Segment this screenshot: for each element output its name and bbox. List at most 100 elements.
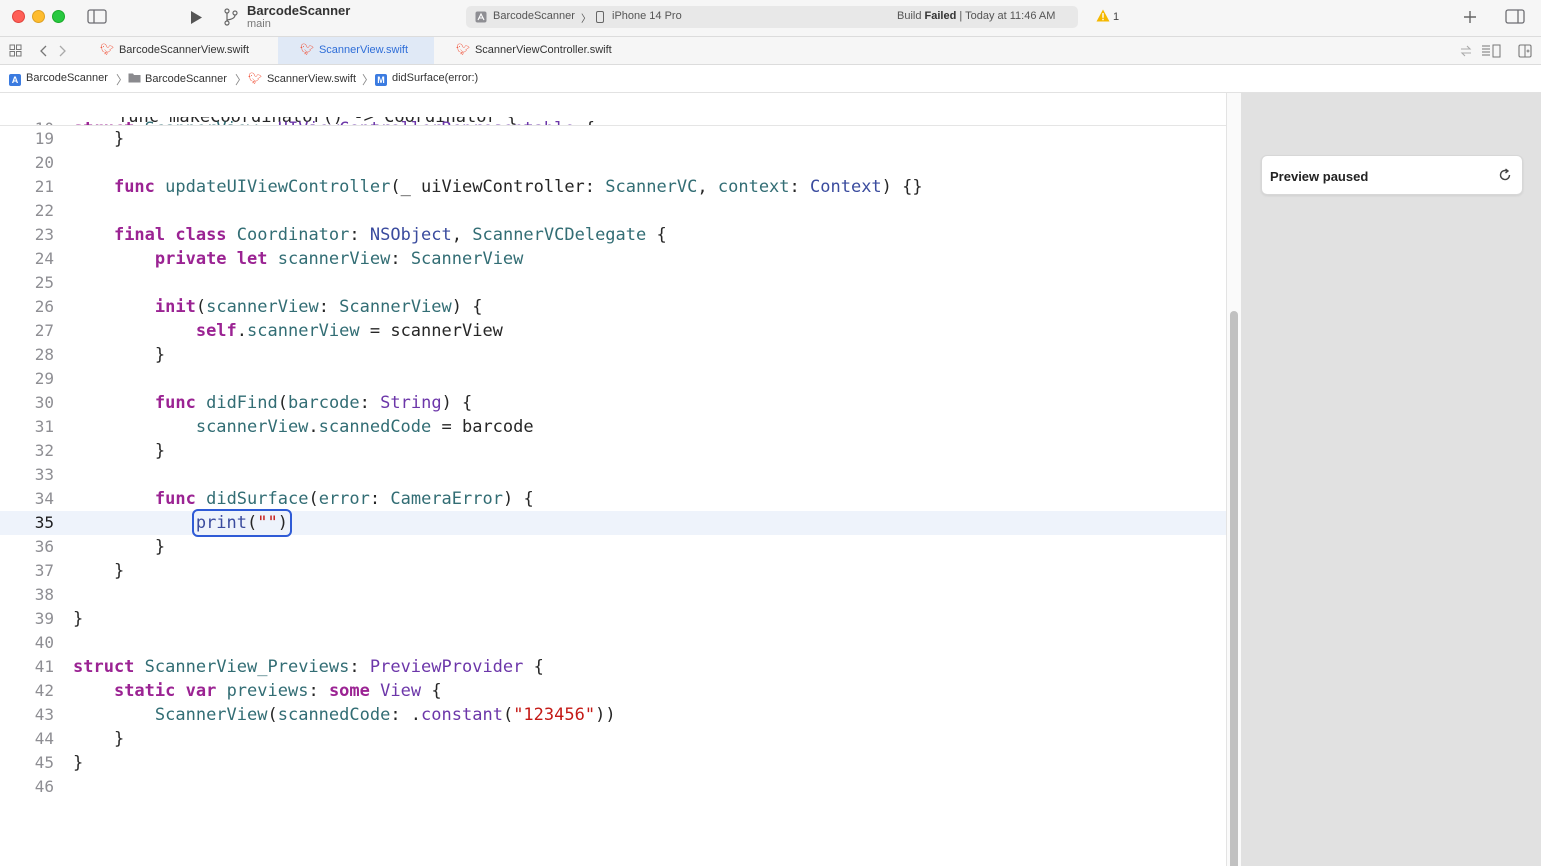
- code-text[interactable]: }: [73, 559, 124, 583]
- close-window-button[interactable]: [12, 10, 25, 23]
- inspector-toggle-icon[interactable]: [1505, 9, 1525, 24]
- preview-status-label: Preview paused: [1270, 169, 1369, 184]
- code-text[interactable]: static var previews: some View {: [73, 679, 442, 703]
- code-line[interactable]: 36 }: [0, 535, 1226, 559]
- code-text[interactable]: ScannerView(scannedCode: .constant("1234…: [73, 703, 616, 727]
- code-text[interactable]: }: [73, 343, 165, 367]
- editor-scrollbar[interactable]: [1226, 93, 1241, 866]
- code-text[interactable]: final class Coordinator: NSObject, Scann…: [73, 223, 667, 247]
- code-text[interactable]: scannerView.scannedCode = barcode: [73, 415, 534, 439]
- warning-icon[interactable]: [1096, 9, 1110, 22]
- code-text[interactable]: self.scannerView = scannerView: [73, 319, 503, 343]
- code-line[interactable]: 21 func updateUIViewController(_ uiViewC…: [0, 175, 1226, 199]
- code-text[interactable]: func didFind(barcode: String) {: [73, 391, 472, 415]
- code-line[interactable]: 37 }: [0, 559, 1226, 583]
- branch-name[interactable]: main: [247, 18, 271, 30]
- code-line[interactable]: 33: [0, 463, 1226, 487]
- tab-scannerview-swift[interactable]: 🐦︎ ScannerView.swift: [278, 37, 434, 64]
- line-number: 39: [34, 609, 54, 628]
- code-line[interactable]: 31 scannerView.scannedCode = barcode: [0, 415, 1226, 439]
- code-line[interactable]: 26 init(scannerView: ScannerView) {: [0, 295, 1226, 319]
- code-text[interactable]: }: [73, 607, 83, 631]
- code-line[interactable]: 39}: [0, 607, 1226, 631]
- code-text[interactable]: }: [73, 127, 124, 151]
- zoom-window-button[interactable]: [52, 10, 65, 23]
- code-line[interactable]: 40: [0, 631, 1226, 655]
- code-text[interactable]: func didSurface(error: CameraError) {: [73, 487, 534, 511]
- run-icon[interactable]: [189, 10, 203, 25]
- selected-token-box[interactable]: print(""): [191, 509, 293, 537]
- code-line[interactable]: 19 }: [0, 127, 1226, 151]
- editor-options-icon[interactable]: [1481, 44, 1501, 58]
- code-line[interactable]: 29: [0, 367, 1226, 391]
- line-number: 31: [34, 417, 54, 436]
- code-line[interactable]: 43 ScannerView(scannedCode: .constant("1…: [0, 703, 1226, 727]
- project-name[interactable]: BarcodeScanner: [247, 3, 350, 18]
- build-status[interactable]: Build Failed | Today at 11:46 AM: [897, 10, 1055, 22]
- code-line[interactable]: 23 final class Coordinator: NSObject, Sc…: [0, 223, 1226, 247]
- code-line[interactable]: 24 private let scannerView: ScannerView: [0, 247, 1226, 271]
- code-line[interactable]: 22: [0, 199, 1226, 223]
- line-number: 43: [34, 705, 54, 724]
- scheme-target[interactable]: BarcodeScanner: [493, 10, 575, 22]
- minimize-window-button[interactable]: [32, 10, 45, 23]
- run-destination[interactable]: iPhone 14 Pro: [612, 10, 682, 22]
- line-number: 26: [34, 297, 54, 316]
- code-line[interactable]: 20: [0, 151, 1226, 175]
- code-text[interactable]: }: [73, 535, 165, 559]
- warning-count[interactable]: 1: [1113, 11, 1119, 23]
- code-line[interactable]: 30 func didFind(barcode: String) {: [0, 391, 1226, 415]
- jump-bar-symbol[interactable]: MdidSurface(error:): [375, 72, 478, 86]
- code-line[interactable]: 46: [0, 775, 1226, 799]
- refresh-icon[interactable]: [1497, 167, 1513, 183]
- line-number: 45: [34, 753, 54, 772]
- tab-barcodescannerview-swift[interactable]: 🐦︎ BarcodeScannerView.swift: [78, 37, 278, 64]
- related-items-icon[interactable]: [1460, 45, 1472, 57]
- line-number: 29: [34, 369, 54, 388]
- sticky-scope-header[interactable]: func makeCoordinator() -> Coordinator { …: [0, 93, 1226, 126]
- scheme-selector[interactable]: BarcodeScanner 〉 iPhone 14 Pro Build Fai…: [466, 6, 1078, 28]
- sidebar-toggle-icon[interactable]: [87, 9, 107, 24]
- code-text[interactable]: func updateUIViewController(_ uiViewCont…: [73, 175, 923, 199]
- tab-scannerviewcontroller-swift[interactable]: 🐦︎ ScannerViewController.swift: [434, 37, 654, 64]
- iphone-icon: [596, 11, 604, 23]
- editor-scrollbar-thumb[interactable]: [1230, 311, 1238, 866]
- code-line[interactable]: 27 self.scannerView = scannerView: [0, 319, 1226, 343]
- grid-icon[interactable]: [9, 44, 22, 57]
- jump-bar-group[interactable]: BarcodeScanner: [128, 72, 227, 85]
- line-number: 41: [34, 657, 54, 676]
- code-text[interactable]: }: [73, 751, 83, 775]
- line-number: 24: [34, 249, 54, 268]
- code-line[interactable]: 41 struct ScannerView_Previews: PreviewPr…: [0, 655, 1226, 679]
- preview-canvas[interactable]: Preview paused: [1241, 93, 1541, 866]
- forward-icon[interactable]: [58, 45, 66, 57]
- code-text[interactable]: }: [73, 727, 124, 751]
- code-text[interactable]: struct ScannerView_Previews: PreviewProv…: [73, 655, 544, 679]
- code-line[interactable]: 25: [0, 271, 1226, 295]
- back-icon[interactable]: [40, 45, 48, 57]
- add-icon[interactable]: [1463, 10, 1477, 24]
- code-line[interactable]: 44 }: [0, 727, 1226, 751]
- build-status-state: Failed: [924, 10, 957, 22]
- line-number: 32: [34, 441, 54, 460]
- jump-bar-file[interactable]: 🐦︎ ScannerView.swift: [248, 72, 356, 85]
- line-number: 28: [34, 345, 54, 364]
- swift-file-icon: 🐦︎: [100, 44, 114, 56]
- code-line[interactable]: 34 func didSurface(error: CameraError) {: [0, 487, 1226, 511]
- code-text[interactable]: }: [73, 439, 165, 463]
- source-editor[interactable]: 19 } 20 21 func updateUIViewController(_…: [0, 93, 1226, 866]
- sticky-scope-line[interactable]: 10 struct ScannerView: UIViewControllerRe…: [0, 93, 1226, 125]
- code-line-current[interactable]: 35 print(""): [0, 509, 1226, 537]
- preview-status-card[interactable]: Preview paused: [1261, 155, 1523, 195]
- code-line[interactable]: 45}: [0, 751, 1226, 775]
- code-line[interactable]: 32 }: [0, 439, 1226, 463]
- code-text[interactable]: private let scannerView: ScannerView: [73, 247, 524, 271]
- code-line[interactable]: 42 static var previews: some View {: [0, 679, 1226, 703]
- jump-bar-project[interactable]: A BarcodeScanner: [9, 72, 108, 86]
- line-number: 33: [34, 465, 54, 484]
- code-line[interactable]: 38: [0, 583, 1226, 607]
- code-line[interactable]: 28 }: [0, 343, 1226, 367]
- split-editor-icon[interactable]: [1518, 44, 1532, 58]
- code-text[interactable]: init(scannerView: ScannerView) {: [73, 295, 483, 319]
- code-text[interactable]: print(""): [73, 509, 293, 537]
